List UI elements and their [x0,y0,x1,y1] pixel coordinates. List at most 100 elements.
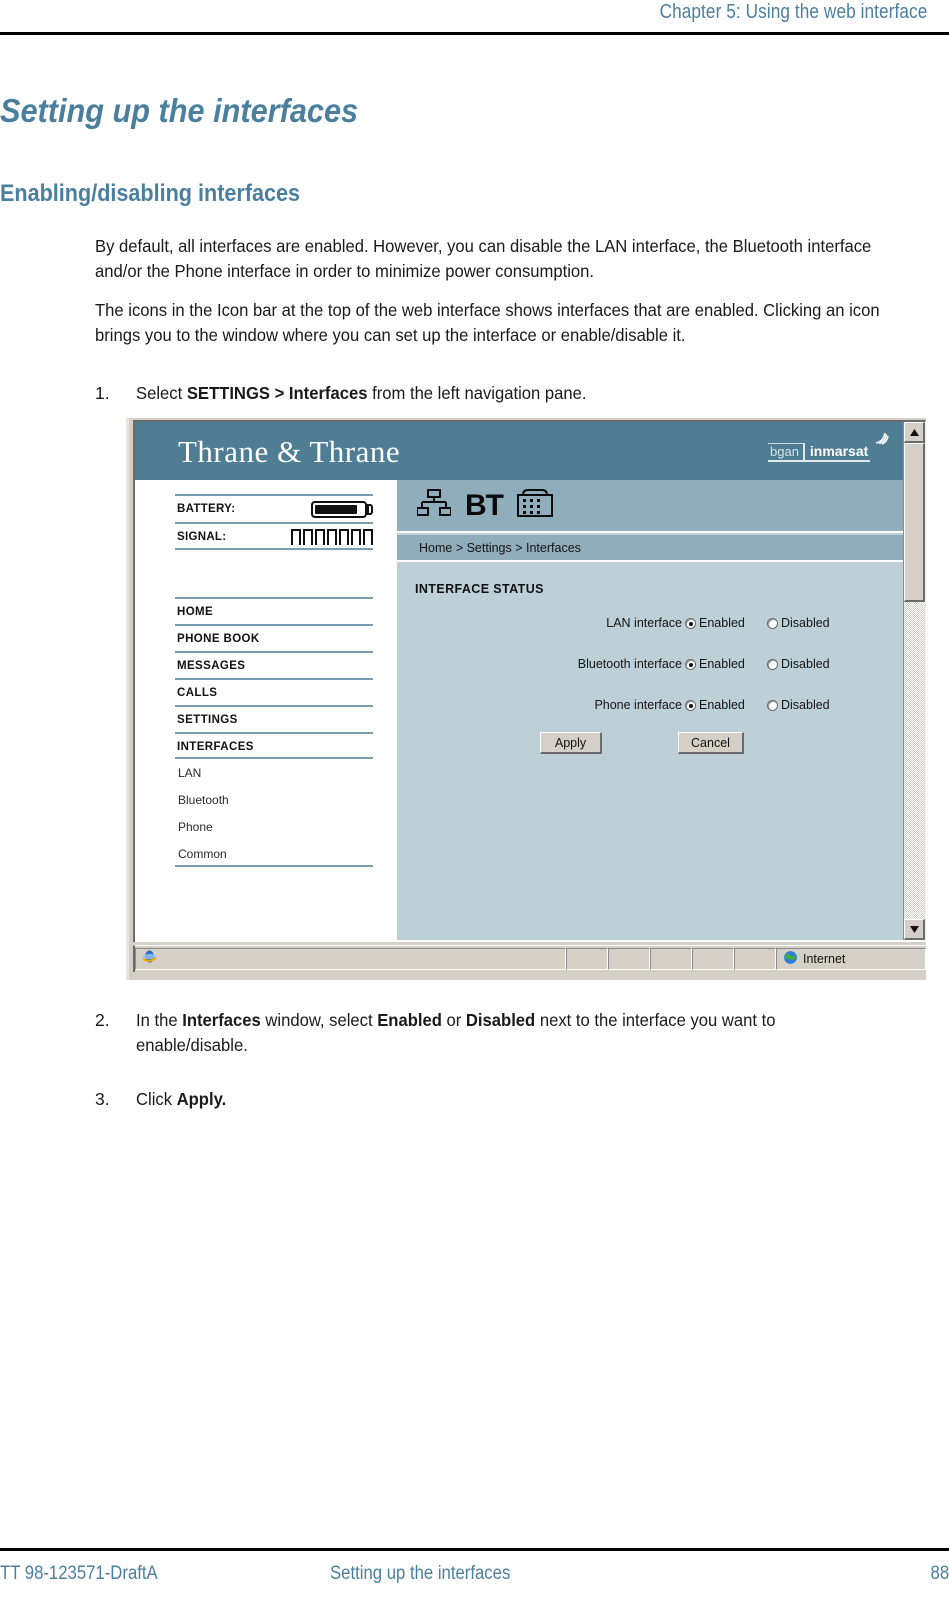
radio-label: Enabled [699,698,745,712]
battery-fill [315,505,357,514]
inmarsat-label: inmarsat [802,443,870,460]
vertical-scrollbar[interactable] [903,422,925,940]
security-zone-pane[interactable]: Internet [776,948,926,970]
step-plain: or [441,1010,466,1030]
step-emphasis: Apply. [176,1089,227,1109]
radio-button-disabled[interactable] [767,658,778,670]
step-plain: Click [136,1089,177,1109]
battery-label: BATTERY: [177,503,236,515]
battery-status-row: BATTERY: [175,494,373,522]
running-head-text: Chapter 5: Using the web interface [659,1,927,23]
navigation-menu: HOME PHONE BOOK MESSAGES CALLS SETTINGS INTER… [175,597,373,867]
scroll-down-arrow-icon[interactable] [904,919,925,940]
step-number: 3. [95,1089,110,1109]
radio-option-disabled[interactable]: Disabled [767,616,830,630]
radio-option-disabled[interactable]: Disabled [767,657,830,671]
radio-button-disabled[interactable] [767,617,778,629]
nav-subitem-label: Bluetooth [178,793,229,807]
step-plain: from the left navigation pane. [367,383,587,403]
nav-item-interfaces[interactable]: INTERFACES [175,732,373,759]
nav-item-home[interactable]: HOME [175,597,373,624]
partner-logo: bgan inmarsat [768,432,889,466]
left-navigation-pane: BATTERY: SIGNAL: HOME PHONE BOOK MESSAGE… [135,480,397,940]
step-text: Click Apply. [136,1087,887,1112]
battery-body [311,501,367,518]
nav-item-phone-book[interactable]: PHONE BOOK [175,624,373,651]
interface-row-2: Bluetooth interface Enabled Disabled [397,657,906,679]
status-pane-5 [734,948,776,970]
radio-button-enabled[interactable] [685,658,696,670]
radio-option-enabled[interactable]: Enabled [685,616,745,630]
scroll-up-arrow-icon[interactable] [904,422,925,443]
page-running-head: Chapter 5: Using the web interface [0,0,949,40]
cancel-button[interactable]: Cancel [678,732,744,754]
step-number: 2. [95,1010,110,1030]
internet-explorer-icon [142,949,157,969]
radio-label: Enabled [699,657,745,671]
signal-bar-5 [339,529,349,545]
nav-subitem-bluetooth[interactable]: Bluetooth [175,786,373,813]
step-text: In the Interfaces window, select Enabled… [136,1008,887,1058]
step-emphasis: Interfaces [182,1010,261,1030]
radio-button-enabled[interactable] [685,699,696,711]
signal-bar-3 [315,529,325,545]
scrollbar-thumb[interactable] [904,443,925,602]
section-heading: Enabling/disabling interfaces [0,180,301,207]
breadcrumb-text[interactable]: Home > Settings > Interfaces [419,541,581,555]
header-divider-rule [0,32,949,35]
nav-subitem-label: Phone [178,820,213,834]
radio-button-enabled[interactable] [685,617,696,629]
nav-item-calls[interactable]: CALLS [175,678,373,705]
phone-keypad-icon[interactable] [517,488,553,523]
battery-terminal [367,504,373,515]
nav-item-messages[interactable]: MESSAGES [175,651,373,678]
body-paragraph-2: The icons in the Icon bar at the top of … [95,300,880,345]
icon-bar-icon-group: BT [416,488,553,523]
page-footer: TT 98-123571-DraftA Setting up the inter… [0,1563,949,1593]
radio-label: Disabled [781,616,830,630]
body-paragraph-1: By default, all interfaces are enabled. … [95,236,872,281]
radio-option-disabled[interactable]: Disabled [767,698,830,712]
brand-header-bar: Thrane & Thrane bgan inmarsat [135,422,906,480]
radio-button-disabled[interactable] [767,699,778,711]
battery-icon [311,501,373,518]
satellite-signal-arcs-icon [872,429,890,450]
bgan-label: bgan [768,443,803,460]
step-plain: window, select [260,1010,378,1030]
radio-label: Enabled [699,616,745,630]
scrollbar-track[interactable] [904,443,925,919]
nav-main-items: HOME PHONE BOOK MESSAGES CALLS SETTINGS INTER… [175,597,373,759]
footer-divider-rule [0,1548,949,1551]
interface-label: LAN interface [606,616,682,630]
status-pane-3 [650,948,692,970]
icon-bar: BT [397,480,906,533]
nav-subitem-common[interactable]: Common [175,840,373,867]
step-number: 1. [95,383,110,403]
signal-bars-icon [291,529,373,545]
interface-label: Phone interface [594,698,682,712]
lan-network-icon[interactable] [416,489,452,522]
status-pane-4 [692,948,734,970]
zone-label: Internet [803,952,846,966]
interface-row-1: LAN interface Enabled Disabled [397,616,906,638]
nav-sub-items: LAN Bluetooth Phone Common [175,759,373,867]
apply-button[interactable]: Apply [540,732,602,754]
nav-subitem-label: Common [178,847,227,861]
radio-option-enabled[interactable]: Enabled [685,657,745,671]
footer-section-name: Setting up the interfaces [330,1563,511,1584]
radio-option-enabled[interactable]: Enabled [685,698,745,712]
status-pane-1 [566,948,608,970]
thrane-logo: Thrane & Thrane [178,434,401,469]
nav-item-label: HOME [177,606,214,618]
nav-item-label: MESSAGES [177,660,246,672]
bluetooth-bt-icon[interactable]: BT [465,490,504,521]
interface-row-3: Phone interface Enabled Disabled [397,698,906,720]
globe-icon [783,950,798,968]
step-plain: Select [136,383,187,403]
nav-subitem-lan[interactable]: LAN [175,759,373,786]
nav-item-settings[interactable]: SETTINGS [175,705,373,732]
nav-item-label: SETTINGS [177,714,238,726]
main-content-pane: BT Home > Settings > Interfaces INTERFAC… [397,480,906,940]
form-section-title: INTERFACE STATUS [415,582,544,596]
nav-subitem-phone[interactable]: Phone [175,813,373,840]
